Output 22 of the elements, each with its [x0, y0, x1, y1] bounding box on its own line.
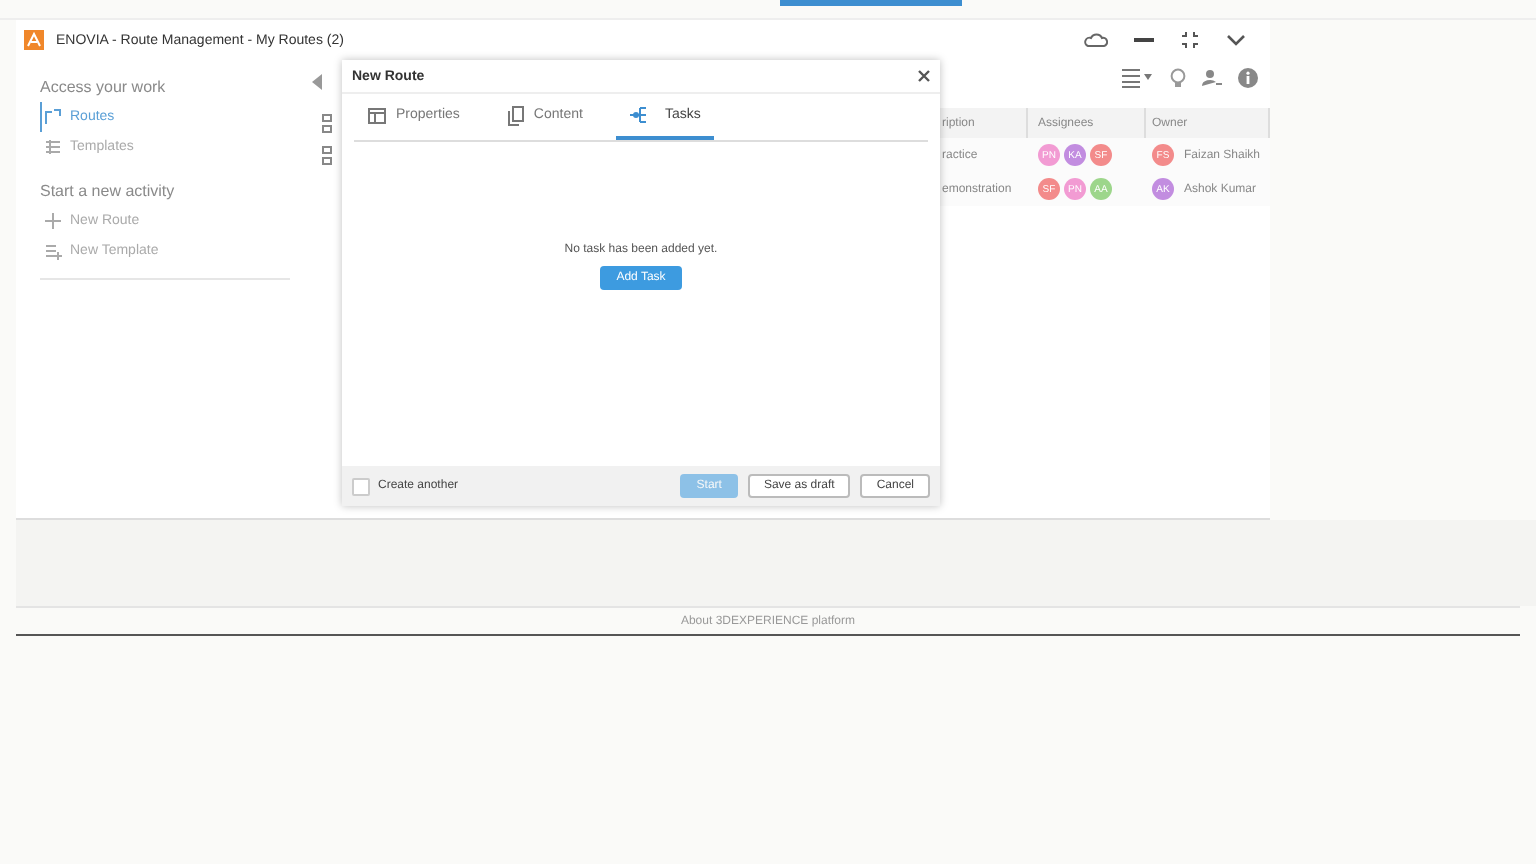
section-heading: Start a new activity	[40, 182, 177, 200]
section-heading: Access your work	[40, 78, 168, 96]
list-icon	[44, 138, 62, 156]
close-icon[interactable]	[918, 70, 930, 82]
minimize-icon[interactable]	[1134, 36, 1154, 44]
checkbox[interactable]	[352, 477, 370, 495]
user-assign-icon[interactable]	[1202, 68, 1222, 88]
document-icon	[507, 105, 524, 125]
route-icon	[322, 114, 334, 134]
route-icon	[44, 108, 62, 126]
view-menu-icon[interactable]	[1122, 68, 1154, 88]
cloud-icon[interactable]	[1084, 32, 1108, 48]
route-icon	[322, 146, 334, 166]
expand-icon[interactable]	[1180, 30, 1200, 50]
collapse-arrow-icon[interactable]	[312, 74, 322, 90]
table-icon	[368, 107, 386, 123]
plus-icon	[44, 212, 62, 230]
info-icon[interactable]	[1238, 68, 1258, 88]
chevron-down-icon[interactable]	[1226, 34, 1246, 46]
list-add-icon	[44, 242, 62, 260]
app-logo-icon	[24, 30, 44, 50]
lightbulb-icon[interactable]	[1170, 68, 1186, 88]
